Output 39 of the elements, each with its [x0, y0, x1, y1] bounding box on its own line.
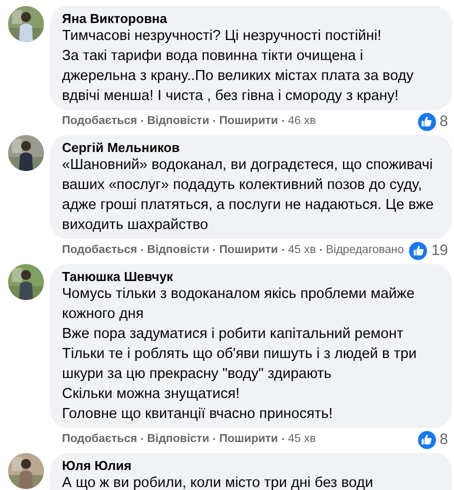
action-link[interactable]: Поширити: [219, 431, 278, 447]
action-link[interactable]: Відповісти: [147, 242, 210, 258]
comment-text: шкури за цю прекрасну "воду" здирають: [62, 365, 332, 384]
author-name[interactable]: Юля Юлия: [62, 458, 440, 473]
like-icon: [418, 112, 436, 130]
comment-text: вдвічі менша! І чиста , без гівна і смороду з крану!: [62, 87, 399, 106]
action-link[interactable]: Подобається: [62, 431, 138, 447]
comment-text: Чомусь тільки з водоканалом якісь проблеми майже: [62, 285, 415, 304]
action-link[interactable]: Подобається: [62, 113, 138, 129]
comment-text: «Шановний» водоканал, ви доградєтеся, що споживачі: [62, 156, 433, 175]
comment-text: джерельна з крану..По великих містах плата за воду: [62, 67, 414, 86]
reaction-count: 8: [440, 112, 448, 130]
comment-text: А що ж ви робили, коли місто три дні без води: [62, 474, 374, 490]
reaction-count: 19: [431, 242, 448, 260]
author-name[interactable]: Яна Викторовна: [62, 11, 440, 26]
comment-text: адже гроші платяться, а послуги не надаються. Це вже: [62, 196, 434, 215]
like-icon: [409, 242, 428, 260]
action-link[interactable]: Поширити: [219, 113, 278, 129]
comment-text: виходить шахрайство: [62, 216, 208, 235]
comment-text: Тимчасові незручності? Ці незручності постійні!: [62, 27, 382, 46]
comment-text: кожного дня: [62, 305, 144, 324]
comment-text: За такі тарифи вода повинна тікти очищена і: [62, 47, 364, 66]
comment-text: Тільки те і роблять що об'яви пишуть і з людей в три: [62, 345, 417, 364]
timestamp[interactable]: 46 хв: [288, 113, 316, 129]
author-name[interactable]: Танюшка Шевчук: [62, 269, 440, 284]
action-link[interactable]: Подобається: [62, 242, 138, 258]
action-link[interactable]: Поширити: [219, 242, 278, 258]
reaction-count: 8: [440, 430, 448, 448]
action-link[interactable]: Відповісти: [147, 113, 210, 129]
author-name[interactable]: Сергій Мельников: [62, 140, 440, 155]
timestamp[interactable]: 45 хв: [288, 242, 316, 258]
comment-text: Вже пора задуматися і робити капітальний ремонт: [62, 325, 404, 344]
edited-label[interactable]: Відредаговано: [326, 242, 404, 258]
comment-text: Головне що квитанції вчасно приносять!: [62, 405, 333, 424]
comment-text: ваших «послуг» подадуть колективний позов до суду,: [62, 176, 422, 195]
comment-text: Скільки можна знущатися!: [62, 385, 240, 404]
action-link[interactable]: Відповісти: [147, 431, 210, 447]
timestamp[interactable]: 45 хв: [288, 431, 316, 447]
like-icon: [418, 430, 436, 448]
